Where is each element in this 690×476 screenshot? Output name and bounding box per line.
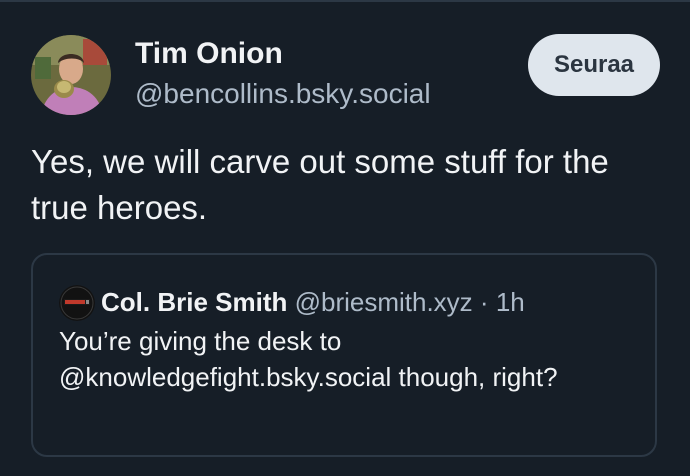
quoted-post-card[interactable]: Col. Brie Smith @briesmith.xyz · 1h You’…: [31, 253, 657, 457]
quote-author-handle[interactable]: @briesmith.xyz: [295, 287, 473, 317]
quote-timestamp: 1h: [495, 287, 525, 317]
top-divider: [0, 0, 690, 2]
quote-author-name[interactable]: Col. Brie Smith: [101, 287, 287, 317]
quote-text: You’re giving the desk to @knowledgefigh…: [59, 326, 558, 392]
author-avatar[interactable]: [31, 35, 111, 115]
logo-avatar-icon: [59, 285, 95, 321]
author-handle[interactable]: @bencollins.bsky.social: [135, 77, 431, 111]
quote-separator: ·: [479, 287, 489, 317]
post-text: Yes, we will carve out some stuff for th…: [31, 143, 609, 226]
quote-header: Col. Brie Smith @briesmith.xyz · 1h: [101, 284, 525, 320]
author-display-name[interactable]: Tim Onion: [135, 36, 283, 72]
quote-author-avatar[interactable]: [59, 285, 95, 321]
user-photo-icon: [31, 35, 111, 115]
follow-button[interactable]: Seuraa: [528, 34, 660, 96]
